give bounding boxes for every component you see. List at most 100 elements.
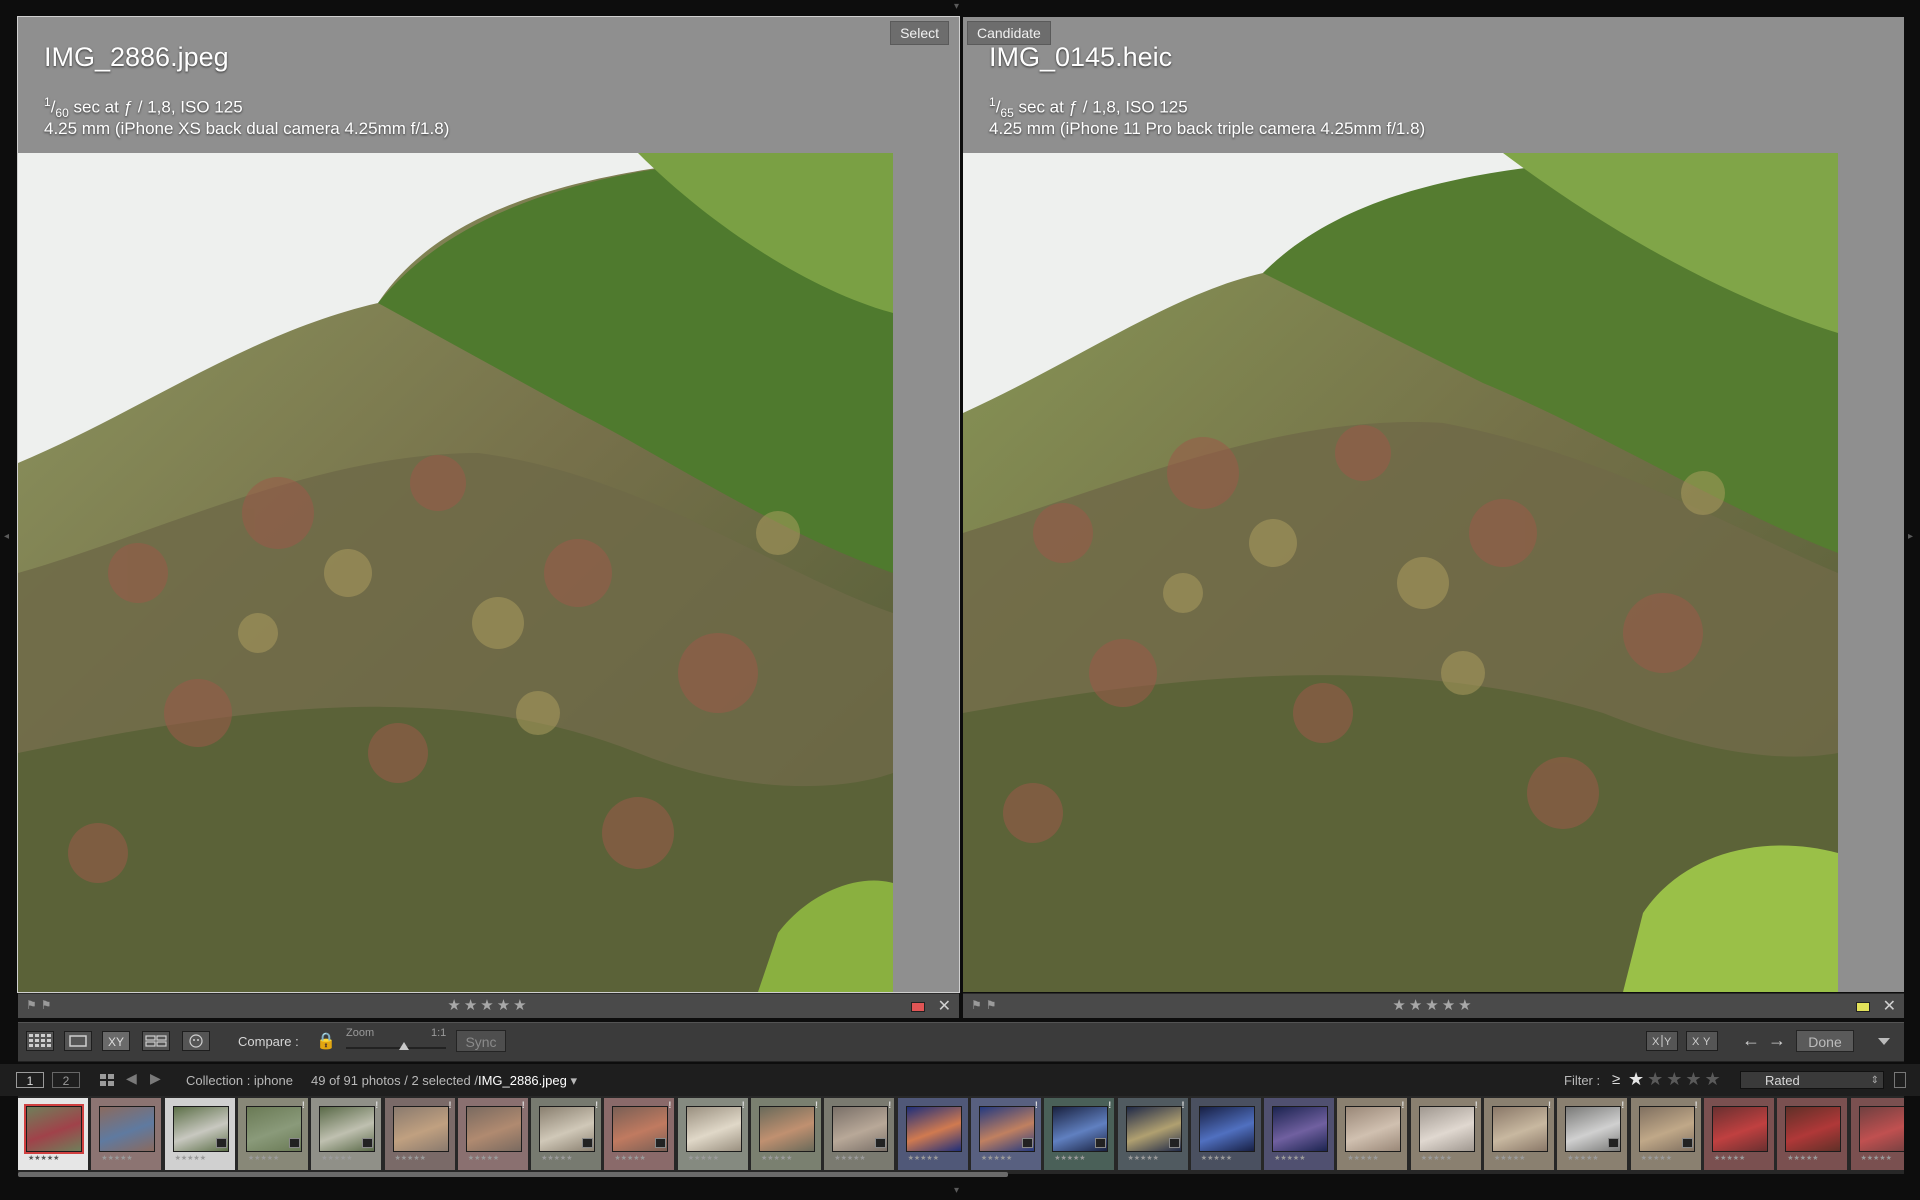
top-panel-toggle-icon[interactable]: ▾ [954, 2, 959, 12]
filter-lock-icon[interactable] [1894, 1072, 1906, 1088]
thumbnail-stars[interactable]: ★★★★★ [541, 1154, 572, 1162]
thumbnail-stars[interactable]: ★★★★★ [1274, 1154, 1305, 1162]
photo-count[interactable]: 49 of 91 photos / 2 selected /IMG_2886.j… [311, 1073, 577, 1089]
filter-preset-select[interactable]: Rated ⇕ [1740, 1071, 1884, 1089]
candidate-photo[interactable] [963, 153, 1838, 992]
toolbar-menu-icon[interactable] [1878, 1038, 1890, 1045]
metadata-warning-icon[interactable]: ! [595, 1100, 598, 1110]
candidate-pane[interactable]: IMG_0145.heic 1/65 sec at ƒ / 1,8, ISO 1… [963, 17, 1904, 992]
select-star-rating[interactable]: ★★★★★ [18, 996, 959, 1014]
candidate-color-label[interactable] [1856, 1002, 1870, 1012]
thumbnail-stars[interactable]: ★★★★★ [1567, 1154, 1598, 1162]
metadata-warning-icon[interactable]: ! [1695, 1100, 1698, 1110]
metadata-warning-icon[interactable]: ! [888, 1100, 891, 1110]
people-view-button[interactable] [182, 1031, 210, 1051]
metadata-warning-icon[interactable]: ! [1548, 1100, 1551, 1110]
filmstrip-thumbnail[interactable]: ★★★★★ [897, 1098, 968, 1170]
filmstrip-thumbnail[interactable]: ★★★★★ [164, 1098, 235, 1170]
next-arrow-icon[interactable]: → [1768, 1030, 1786, 1051]
swap-button[interactable]: XY [1646, 1031, 1678, 1051]
thumbnail-stars[interactable]: ★★★★★ [688, 1154, 719, 1162]
done-button[interactable]: Done [1796, 1030, 1854, 1052]
right-panel-toggle-icon[interactable]: ▸ [1908, 532, 1913, 542]
thumbnail-stars[interactable]: ★★★★★ [761, 1154, 792, 1162]
filmstrip-thumbnail[interactable]: ★★★★★! [237, 1098, 308, 1170]
thumbnail-stars[interactable]: ★★★★★ [395, 1154, 426, 1162]
thumbnail-stars[interactable]: ★★★★★ [1787, 1154, 1818, 1162]
thumbnail-stars[interactable]: ★★★★★ [1347, 1154, 1378, 1162]
grid-view-button[interactable] [26, 1031, 54, 1051]
filmstrip-thumbnail[interactable]: ★★★★★! [1484, 1098, 1554, 1170]
thumbnail-stars[interactable]: ★★★★★ [834, 1154, 865, 1162]
filmstrip-thumbnail[interactable]: ★★★★★! [1850, 1098, 1904, 1170]
metadata-warning-icon[interactable]: ! [1035, 1100, 1038, 1110]
metadata-warning-icon[interactable]: ! [522, 1100, 525, 1110]
candidate-star-rating[interactable]: ★★★★★ [963, 996, 1904, 1014]
previous-arrow-icon[interactable]: ← [1742, 1030, 1760, 1051]
filmstrip-thumbnail[interactable]: ★★★★★! [531, 1098, 602, 1170]
filmstrip-thumbnail[interactable]: ★★★★★! [604, 1098, 675, 1170]
filmstrip-thumbnail[interactable]: ★★★★★! [1044, 1098, 1115, 1170]
thumbnail-stars[interactable]: ★★★★★ [1714, 1154, 1745, 1162]
filmstrip-thumbnail[interactable]: ★★★★★! [1630, 1098, 1701, 1170]
thumbnail-stars[interactable]: ★★★★★ [908, 1154, 939, 1162]
metadata-warning-icon[interactable]: ! [1182, 1100, 1185, 1110]
thumbnail-stars[interactable]: ★★★★★ [321, 1154, 352, 1162]
thumbnail-stars[interactable]: ★★★★★ [1861, 1154, 1892, 1162]
make-select-button[interactable]: XY [1686, 1031, 1718, 1051]
filmstrip-thumbnail[interactable]: ★★★★★ [91, 1098, 162, 1170]
thumbnail-stars[interactable]: ★★★★★ [175, 1154, 206, 1162]
filmstrip-thumbnail[interactable]: ★★★★★! [1410, 1098, 1481, 1170]
thumbnail-stars[interactable]: ★★★★★ [981, 1154, 1012, 1162]
filmstrip-thumbnail[interactable]: ★★★★★! [457, 1098, 528, 1170]
thumbnail-stars[interactable]: ★★★★★ [614, 1154, 645, 1162]
source-dropdown-icon[interactable]: ▾ [570, 1073, 577, 1088]
select-close-icon[interactable]: ✕ [938, 996, 951, 1016]
filmstrip-thumbnail[interactable]: ★★★★★ [1190, 1098, 1261, 1170]
metadata-warning-icon[interactable]: ! [815, 1100, 818, 1110]
metadata-warning-icon[interactable]: ! [1108, 1100, 1111, 1110]
metadata-warning-icon[interactable]: ! [1401, 1100, 1404, 1110]
filmstrip-thumbnail[interactable]: ★★★★★! [384, 1098, 455, 1170]
filmstrip-thumbnail[interactable]: ★★★★★! [1117, 1098, 1188, 1170]
thumbnail-stars[interactable]: ★★★★★ [101, 1154, 132, 1162]
select-pane[interactable]: IMG_2886.jpeg 1/60 sec at ƒ / 1,8, ISO 1… [17, 16, 960, 993]
metadata-warning-icon[interactable]: ! [449, 1100, 452, 1110]
filmstrip-thumbnail[interactable]: ★★★★★! [751, 1098, 821, 1170]
metadata-warning-icon[interactable]: ! [1475, 1100, 1478, 1110]
back-arrow-icon[interactable]: ◀ [126, 1070, 137, 1087]
filmstrip-thumbnail[interactable]: ★★★★★! [311, 1098, 382, 1170]
filter-star-rating[interactable]: ★★★★★ [1628, 1069, 1724, 1090]
collection-name[interactable]: Collection : iphone [186, 1073, 293, 1088]
thumbnail-stars[interactable]: ★★★★★ [28, 1154, 59, 1162]
main-window-button[interactable]: 1 [16, 1072, 44, 1088]
filmstrip-thumbnail[interactable]: ★★★★★! [677, 1098, 748, 1170]
loupe-view-button[interactable] [64, 1031, 92, 1051]
metadata-warning-icon[interactable]: ! [742, 1100, 745, 1110]
forward-arrow-icon[interactable]: ▶ [150, 1070, 161, 1087]
thumbnail-stars[interactable]: ★★★★★ [1201, 1154, 1232, 1162]
filmstrip-thumbnail[interactable]: ★★★★★! [1557, 1098, 1628, 1170]
thumbnail-stars[interactable]: ★★★★★ [1128, 1154, 1159, 1162]
filmstrip-thumbnail[interactable]: ★★★★★ [1777, 1098, 1848, 1170]
secondary-window-button[interactable]: 2 [52, 1072, 80, 1088]
thumbnail-stars[interactable]: ★★★★★ [1054, 1154, 1085, 1162]
filmstrip-thumbnail[interactable]: ★★★★★! [824, 1098, 895, 1170]
survey-view-button[interactable] [142, 1031, 170, 1051]
thumbnail-stars[interactable]: ★★★★★ [1641, 1154, 1672, 1162]
thumbnail-stars[interactable]: ★★★★★ [468, 1154, 499, 1162]
metadata-warning-icon[interactable]: ! [1621, 1100, 1624, 1110]
compare-view-button[interactable]: XY [102, 1031, 130, 1051]
sync-button[interactable]: Sync [456, 1030, 506, 1052]
filmstrip-thumbnail[interactable]: ★★★★★ [18, 1098, 88, 1170]
grid-small-icon[interactable] [100, 1074, 114, 1086]
thumbnail-stars[interactable]: ★★★★★ [248, 1154, 279, 1162]
metadata-warning-icon[interactable]: ! [302, 1100, 305, 1110]
candidate-close-icon[interactable]: ✕ [1883, 996, 1896, 1016]
lock-icon[interactable]: 🔒 [316, 1031, 336, 1051]
metadata-warning-icon[interactable]: ! [668, 1100, 671, 1110]
filmstrip-thumbnail[interactable]: ★★★★★ [1264, 1098, 1335, 1170]
bottom-panel-toggle-icon[interactable]: ▾ [954, 1186, 959, 1196]
select-color-label[interactable] [911, 1002, 925, 1012]
zoom-slider-handle[interactable] [399, 1042, 409, 1050]
